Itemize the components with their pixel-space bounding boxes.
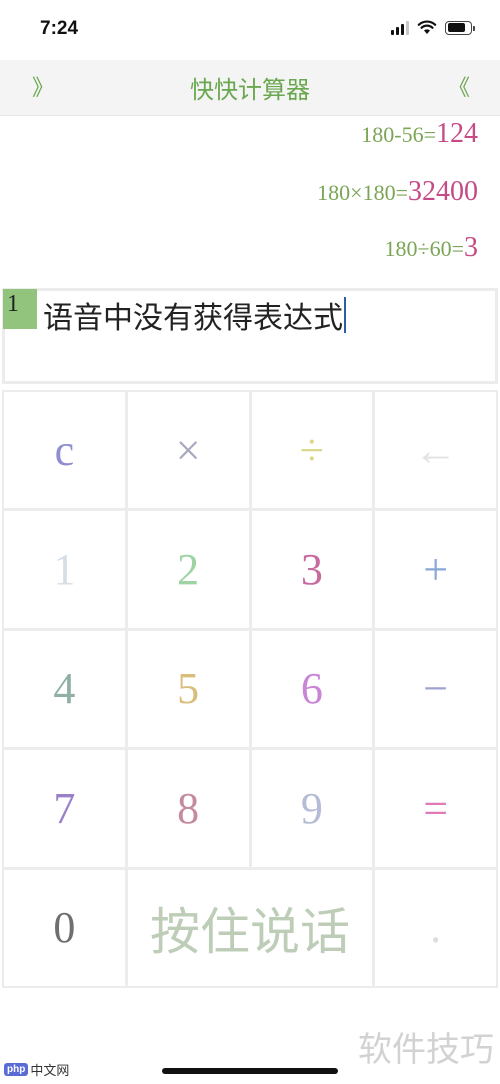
input-text-wrap: 语音中没有获得表达式 — [43, 293, 346, 337]
digit-3-key[interactable]: 3 — [251, 511, 373, 628]
minus-key[interactable]: − — [375, 630, 496, 748]
logo-badge: php — [4, 1063, 29, 1076]
keypad: c × ÷ ← 1 2 3 + 4 5 6 − 7 8 9 = 0 按住说话 . — [2, 390, 498, 988]
status-bar: 7:24 — [0, 0, 500, 60]
decimal-point-key[interactable]: . — [375, 869, 496, 986]
history-result: 124 — [436, 118, 478, 149]
app-header: 》 快快计算器 《 — [0, 60, 500, 116]
digit-6-key[interactable]: 6 — [251, 630, 373, 748]
equals-key[interactable]: = — [375, 750, 496, 867]
app-title: 快快计算器 — [190, 76, 310, 104]
site-logo: php 中文网 — [4, 1060, 69, 1079]
history-result: 3 — [464, 232, 478, 263]
history-expression: 180×180= — [317, 180, 408, 205]
text-caret — [344, 297, 346, 333]
history-entry: 180-56=124 — [361, 118, 478, 150]
logo-site-name: 中文网 — [30, 1064, 70, 1079]
watermark-text: 软件技巧 — [358, 1030, 494, 1070]
digit-5-key[interactable]: 5 — [127, 630, 249, 748]
history-expression: 180-56= — [361, 122, 436, 147]
home-indicator[interactable] — [162, 1068, 338, 1074]
input-text: 语音中没有获得表达式 — [43, 301, 343, 336]
history-result: 32400 — [408, 176, 478, 207]
clear-key[interactable]: c — [4, 392, 125, 509]
digit-9-key[interactable]: 9 — [251, 750, 373, 867]
expression-input[interactable]: 1 语音中没有获得表达式 — [2, 288, 498, 384]
status-time: 7:24 — [40, 18, 79, 39]
multiply-key[interactable]: × — [127, 392, 249, 509]
hold-to-speak-button[interactable]: 按住说话 — [127, 869, 373, 986]
history-entry: 180×180=32400 — [317, 176, 478, 208]
divide-key[interactable]: ÷ — [251, 392, 373, 509]
history-entry: 180÷60=3 — [385, 232, 478, 264]
backspace-key[interactable]: ← — [375, 392, 496, 509]
digit-4-key[interactable]: 4 — [4, 630, 125, 748]
plus-key[interactable]: + — [375, 511, 496, 628]
wifi-icon — [417, 20, 437, 34]
digit-8-key[interactable]: 8 — [127, 750, 249, 867]
status-icons — [391, 20, 475, 35]
history-expression: 180÷60= — [384, 236, 464, 261]
digit-1-key[interactable]: 1 — [4, 511, 125, 628]
battery-icon — [445, 20, 475, 35]
digit-7-key[interactable]: 7 — [4, 750, 125, 867]
digit-2-key[interactable]: 2 — [127, 511, 249, 628]
calculation-history: 180-56=124 180×180=32400 180÷60=3 — [0, 118, 500, 288]
expand-right-button[interactable]: 《 — [448, 70, 470, 102]
line-number: 1 — [3, 289, 37, 329]
digit-0-key[interactable]: 0 — [4, 869, 125, 986]
cellular-signal-icon — [391, 20, 409, 35]
